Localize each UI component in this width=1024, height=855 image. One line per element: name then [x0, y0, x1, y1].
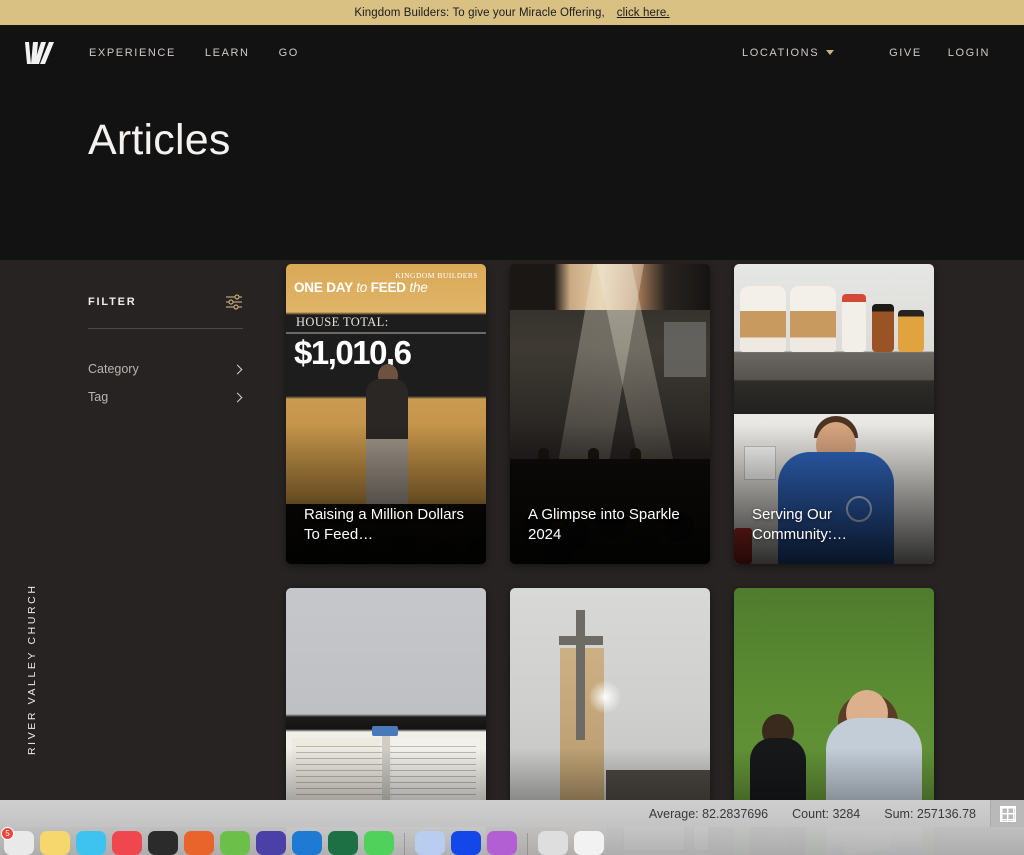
nav-item-go[interactable]: GO — [279, 47, 299, 59]
dock-item-pages-app[interactable] — [292, 831, 322, 855]
river-valley-church-logo[interactable] — [24, 40, 54, 66]
article-title: Raising a Million Dollars To Feed… — [304, 506, 465, 544]
nav-item-login[interactable]: LOGIN — [948, 47, 990, 59]
filter-header: FILTER — [88, 294, 243, 328]
dock-item-music-app[interactable] — [112, 831, 142, 855]
filter-sidebar: FILTER Category Tag — [88, 294, 243, 411]
nav-item-experience[interactable]: EXPERIENCE — [89, 47, 176, 59]
grid-view-icon — [999, 805, 1016, 822]
site-header: EXPERIENCE LEARN GO LOCATIONS GIVE LOGIN — [0, 25, 1024, 80]
article-title: Serving Our Community:… — [752, 506, 848, 544]
filter-row-category[interactable]: Category — [88, 355, 243, 383]
nav-item-give[interactable]: GIVE — [889, 47, 922, 59]
status-average: Average: 82.2837696 — [648, 806, 769, 821]
chevron-right-icon — [232, 392, 243, 402]
vertical-brand-label: RIVER VALLEY CHURCH — [26, 583, 38, 755]
dock-item-whatsapp-app[interactable] — [364, 831, 394, 855]
filter-options: Category Tag — [88, 355, 243, 411]
status-count: Count: 3284 — [792, 806, 861, 821]
filter-divider — [88, 328, 243, 329]
dock-item-mail-app[interactable]: 5 — [1, 827, 34, 855]
dock-item-preview-thumbnail[interactable] — [538, 831, 568, 855]
dock-item-messages-app[interactable] — [76, 831, 106, 855]
content-area: RIVER VALLEY CHURCH FILTER Category Tag … — [0, 260, 1024, 855]
dock-item-numbers-app[interactable] — [220, 831, 250, 855]
utility-nav: GIVE LOGIN — [889, 47, 990, 59]
dock-separator — [404, 833, 405, 855]
dock-item-document-thumbnail[interactable] — [574, 831, 604, 855]
dock-item-browser-app[interactable] — [451, 831, 481, 855]
announcement-click-here-link[interactable]: click here. — [617, 7, 670, 19]
overlay-headline: ONE DAY to FEED the — [294, 280, 428, 295]
filter-row-label: Tag — [88, 390, 109, 404]
dock-item-notes-app[interactable] — [40, 831, 70, 855]
nav-item-locations[interactable]: LOCATIONS — [742, 46, 835, 59]
article-card[interactable]: Serving Our Community:… — [734, 264, 934, 564]
overlay-eyebrow: KINGDOM BUILDERS — [395, 271, 478, 280]
announcement-text: Kingdom Builders: To give your Miracle O… — [354, 6, 605, 19]
dock-item-dropbox-app[interactable] — [184, 831, 214, 855]
nav-item-learn[interactable]: LEARN — [205, 47, 250, 59]
filter-row-tag[interactable]: Tag — [88, 383, 243, 411]
article-title: A Glimpse into Sparkle 2024 — [528, 506, 680, 544]
dock-item-siri-app[interactable] — [487, 831, 517, 855]
dock-item-excel-app[interactable] — [328, 831, 358, 855]
article-card[interactable]: KINGDOM BUILDERS ONE DAY to FEED the HOU… — [286, 264, 486, 564]
filter-label: FILTER — [88, 296, 137, 308]
article-grid: KINGDOM BUILDERS ONE DAY to FEED the HOU… — [286, 264, 946, 855]
dock-item-finder-window[interactable] — [415, 831, 445, 855]
dock-item-keynote-app[interactable] — [256, 831, 286, 855]
hero-section: Articles — [0, 80, 1024, 260]
status-bar-stats: Average: 82.2837696 Count: 3284 Sum: 257… — [649, 807, 990, 821]
sliders-icon[interactable] — [225, 294, 243, 310]
announcement-banner: Kingdom Builders: To give your Miracle O… — [0, 0, 1024, 25]
grid-view-button[interactable] — [990, 800, 1024, 827]
chevron-down-icon — [826, 50, 835, 55]
article-card[interactable]: A Glimpse into Sparkle 2024 — [510, 264, 710, 564]
status-sum: Sum: 257136.78 — [884, 806, 976, 821]
os-dock: 5 — [0, 827, 1024, 855]
dock-separator — [527, 833, 528, 855]
chevron-right-icon — [232, 364, 243, 374]
dock-item-podcasts-app[interactable] — [148, 831, 178, 855]
page-title: Articles — [88, 116, 231, 164]
primary-nav: EXPERIENCE LEARN GO — [89, 47, 299, 59]
filter-row-label: Category — [88, 362, 139, 376]
page-root: Kingdom Builders: To give your Miracle O… — [0, 0, 1024, 855]
overlay-subhead: HOUSE TOTAL: — [296, 315, 389, 329]
locations-label: LOCATIONS — [742, 46, 820, 59]
dock-badge: 5 — [1, 827, 14, 840]
os-status-bar: Average: 82.2837696 Count: 3284 Sum: 257… — [0, 800, 1024, 827]
